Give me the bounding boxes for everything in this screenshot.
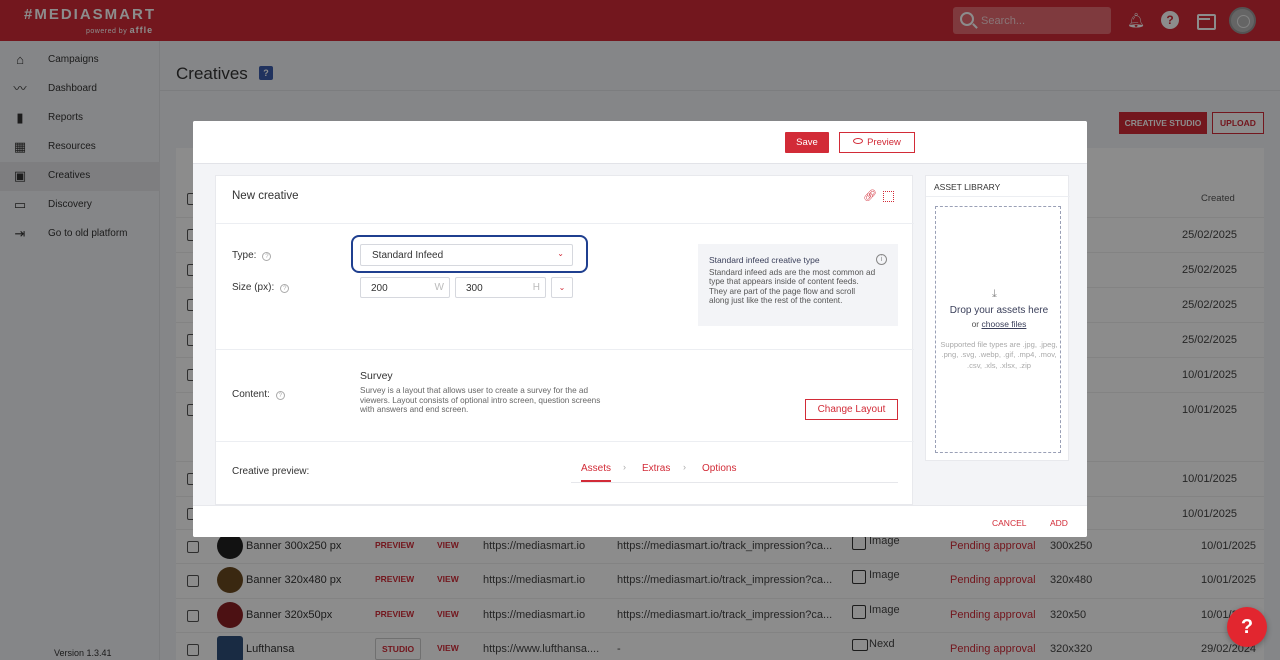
preview-button-label: Preview (867, 137, 901, 148)
asset-dropzone[interactable]: ⤓ Drop your assets here or choose files … (935, 206, 1061, 453)
choose-files-link[interactable]: choose files (982, 319, 1027, 329)
width-unit: W (434, 282, 444, 293)
tab-assets[interactable]: Assets (581, 463, 611, 474)
chevron-down-icon: ⌄ (557, 249, 564, 258)
width-field[interactable]: 200 W (360, 277, 450, 298)
type-select-value: Standard Infeed (372, 250, 444, 261)
dropzone-or: or choose files (971, 319, 1027, 329)
layout-description: Survey is a layout that allows user to c… (360, 386, 601, 415)
height-field[interactable]: 300 H (455, 277, 546, 298)
tabs-divider (571, 482, 898, 483)
tab-extras[interactable]: Extras (642, 463, 670, 474)
divider (216, 441, 914, 442)
creative-preview-label: Creative preview: (232, 466, 310, 477)
divider (216, 223, 914, 224)
modal-footer: CANCEL ADD (193, 505, 1087, 537)
cancel-button[interactable]: CANCEL (992, 518, 1026, 528)
content-label: Content:? (232, 389, 285, 400)
link-icon[interactable]: 🔗︎ (863, 191, 877, 202)
modal-header: Save Preview (193, 121, 1087, 164)
qr-code-icon[interactable] (883, 191, 894, 202)
change-layout-button[interactable]: Change Layout (805, 399, 898, 420)
layout-title: Survey (360, 370, 393, 382)
help-icon[interactable]: ? (280, 284, 290, 293)
tab-options[interactable]: Options (702, 463, 736, 474)
size-label: Size (px):? (232, 282, 290, 293)
size-preset-dropdown[interactable]: ⌄ (551, 277, 573, 298)
info-body: Standard infeed ads are the most common … (709, 268, 876, 306)
help-icon[interactable]: ? (262, 252, 272, 261)
dropzone-text: Drop your assets here (949, 305, 1049, 316)
new-creative-modal: Save Preview New creative 🔗︎ Type:? Stan… (193, 121, 1087, 537)
divider (216, 349, 914, 350)
asset-library: ASSET LIBRARY ⤓ Drop your assets here or… (925, 175, 1070, 461)
info-icon[interactable]: i (876, 254, 887, 265)
save-button[interactable]: Save (785, 132, 829, 153)
add-button[interactable]: ADD (1050, 518, 1068, 528)
creative-form-panel: New creative 🔗︎ Type:? Standard Infeed ⌄… (215, 175, 914, 505)
help-icon[interactable]: ? (275, 391, 285, 400)
info-title: Standard infeed creative type (709, 255, 820, 265)
preview-button[interactable]: Preview (839, 132, 915, 153)
asset-library-title: ASSET LIBRARY (934, 182, 1001, 192)
divider (926, 196, 1070, 197)
help-chat-button[interactable]: ? (1227, 607, 1267, 647)
download-arrow-icon: ⤓ (992, 288, 997, 300)
chevron-right-icon: › (683, 462, 686, 472)
height-unit: H (532, 282, 540, 293)
type-select[interactable]: Standard Infeed ⌄ (360, 244, 573, 266)
eye-icon (853, 138, 864, 144)
width-value: 200 (371, 283, 388, 294)
panel-title: New creative (232, 190, 299, 202)
type-info-box: Standard infeed creative type Standard i… (698, 244, 898, 326)
height-value: 300 (466, 283, 483, 294)
chevron-right-icon: › (623, 462, 626, 472)
type-label: Type:? (232, 250, 272, 261)
supported-file-types: Supported file types are .jpg, .jpeg, .p… (940, 340, 1058, 370)
